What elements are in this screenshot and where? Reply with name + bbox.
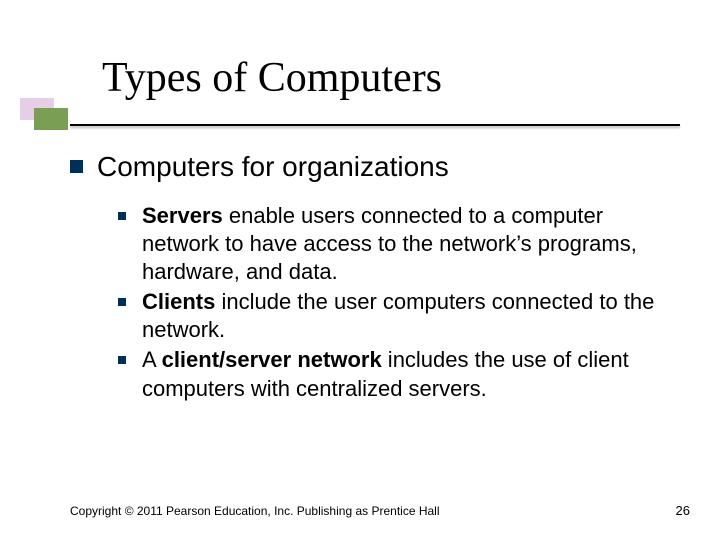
- list-item: Servers enable users connected to a comp…: [118, 202, 680, 286]
- item-rest: include the user computers connected to …: [142, 289, 654, 342]
- list-item-text: Servers enable users connected to a comp…: [142, 202, 680, 286]
- accent-box-front: [34, 108, 68, 130]
- accent-graphic: [0, 98, 70, 128]
- list-item: A client/server network includes the use…: [118, 346, 680, 402]
- list-item: Clients include the user computers conne…: [118, 288, 680, 344]
- slide: Types of Computers Computers for organiz…: [0, 0, 720, 540]
- footer-copyright: Copyright © 2011 Pearson Education, Inc.…: [70, 504, 440, 518]
- page-number: 26: [676, 503, 690, 518]
- list-item-text: A client/server network includes the use…: [142, 346, 680, 402]
- title-wrap: Types of Computers: [102, 56, 680, 100]
- level1-text: Computers for organizations: [97, 150, 449, 184]
- square-bullet-icon: [118, 298, 126, 306]
- bold-term: Clients: [142, 289, 215, 314]
- level2-list: Servers enable users connected to a comp…: [70, 202, 680, 403]
- title-rule: [70, 124, 680, 126]
- bold-term: Servers: [142, 203, 223, 228]
- bullet-level1: Computers for organizations: [70, 150, 680, 184]
- bold-term: client/server network: [162, 347, 382, 372]
- slide-title: Types of Computers: [102, 56, 680, 100]
- square-bullet-icon: [70, 160, 83, 173]
- square-bullet-icon: [118, 356, 126, 364]
- list-item-text: Clients include the user computers conne…: [142, 288, 680, 344]
- square-bullet-icon: [118, 212, 126, 220]
- item-pre: A: [142, 347, 162, 372]
- body: Computers for organizations Servers enab…: [70, 150, 680, 405]
